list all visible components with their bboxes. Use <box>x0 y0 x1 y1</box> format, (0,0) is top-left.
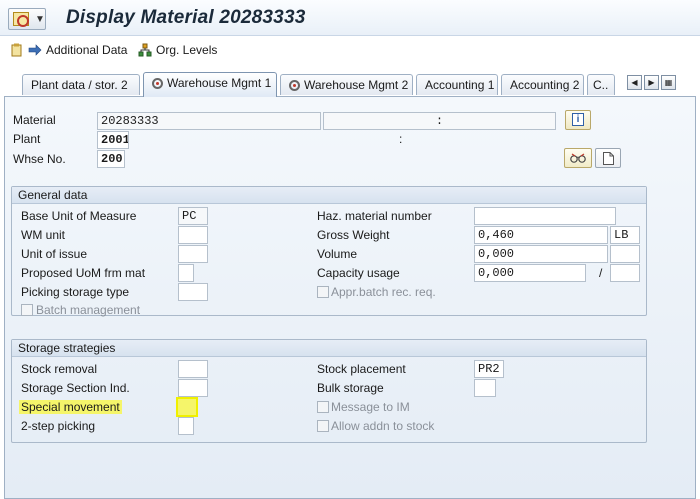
whse-no-field[interactable]: 200 <box>97 150 125 168</box>
stock-placement-label: Stock placement <box>317 362 406 376</box>
two-step-picking-field[interactable] <box>178 417 194 435</box>
appr-batch-rec-label: Appr.batch rec. req. <box>331 285 436 299</box>
system-menu-button[interactable]: ▼ <box>8 8 46 30</box>
tab-scroll-right-button[interactable]: ▶ <box>644 75 659 90</box>
bulk-storage-field[interactable] <box>474 379 496 397</box>
appr-batch-rec-checkbox[interactable] <box>317 286 329 298</box>
capacity-usage-separator: / <box>599 266 603 280</box>
gross-weight-unit-field[interactable]: LB <box>610 226 640 244</box>
hierarchy-icon <box>138 43 152 57</box>
plant-separator: : <box>399 132 403 146</box>
glasses-icon <box>569 152 587 167</box>
unit-of-issue-label: Unit of issue <box>21 247 88 261</box>
display-change-button[interactable] <box>564 148 592 168</box>
application-toolbar: Additional Data Org. Levels <box>0 37 700 63</box>
allow-addn-to-stock-label: Allow addn to stock <box>331 419 435 433</box>
triangle-right-icon: ▶ <box>648 78 655 87</box>
stock-removal-field[interactable] <box>178 360 208 378</box>
picking-storage-type-label: Picking storage type <box>21 285 130 299</box>
capacity-usage-field[interactable]: 0,000 <box>474 264 586 282</box>
material-label: Material <box>13 113 56 127</box>
wm-unit-label: WM unit <box>21 228 66 242</box>
volume-field[interactable]: 0,000 <box>474 245 608 263</box>
gross-weight-label: Gross Weight <box>317 228 390 242</box>
general-data-group: General data Base Unit of Measure PC WM … <box>11 186 647 317</box>
clipboard-icon <box>10 43 24 57</box>
base-uom-label: Base Unit of Measure <box>21 209 137 223</box>
storage-section-ind-field[interactable] <box>178 379 208 397</box>
bulk-storage-label: Bulk storage <box>317 381 384 395</box>
storage-strategies-title: Storage strategies <box>12 340 646 357</box>
tab-warehouse-mgmt-1[interactable]: Warehouse Mgmt 1 <box>143 72 277 97</box>
haz-material-number-field[interactable] <box>474 207 616 225</box>
volume-unit-field[interactable] <box>610 245 640 263</box>
tab-label: Plant data / stor. 2 <box>31 78 128 92</box>
new-document-button[interactable] <box>595 148 621 168</box>
batch-management-checkbox[interactable] <box>21 304 33 316</box>
tab-warehouse-mgmt-2[interactable]: Warehouse Mgmt 2 <box>280 74 413 95</box>
unit-of-issue-field[interactable] <box>178 245 208 263</box>
tab-plant-data-stor-2[interactable]: Plant data / stor. 2 <box>22 74 140 95</box>
triangle-left-icon: ◀ <box>631 78 638 87</box>
record-icon <box>289 80 300 91</box>
list-icon: ▦ <box>664 78 673 87</box>
chevron-down-icon: ▼ <box>35 14 45 25</box>
haz-material-number-label: Haz. material number <box>317 209 432 223</box>
message-to-im-label: Message to IM <box>331 400 410 414</box>
arrow-right-icon <box>28 43 42 57</box>
tab-label: Accounting 2 <box>510 78 580 92</box>
tab-strip: Plant data / stor. 2 Warehouse Mgmt 1 Wa… <box>0 72 700 97</box>
record-icon <box>152 78 163 89</box>
tab-content-panel: Material 20283333 : i Plant 2001 : Whse … <box>4 96 696 499</box>
tab-scroll-left-button[interactable]: ◀ <box>627 75 642 90</box>
gross-weight-field[interactable]: 0,460 <box>474 226 608 244</box>
picking-storage-type-field[interactable] <box>178 283 208 301</box>
special-movement-field[interactable] <box>176 397 198 417</box>
tab-accounting-2[interactable]: Accounting 2 <box>501 74 584 95</box>
message-to-im-checkbox[interactable] <box>317 401 329 413</box>
wm-unit-field[interactable] <box>178 226 208 244</box>
document-icon <box>603 152 614 168</box>
additional-data-button[interactable]: Additional Data <box>10 41 127 59</box>
tab-c[interactable]: C.. <box>587 74 615 95</box>
org-levels-button[interactable]: Org. Levels <box>138 41 217 59</box>
info-icon: i <box>572 113 584 126</box>
capacity-usage-label: Capacity usage <box>317 266 400 280</box>
plant-label: Plant <box>13 132 41 146</box>
additional-data-label: Additional Data <box>46 43 128 57</box>
tab-label: Warehouse Mgmt 1 <box>167 76 272 90</box>
stock-placement-field[interactable]: PR2 <box>474 360 504 378</box>
page-title: Display Material 20283333 <box>66 7 306 28</box>
whse-no-label: Whse No. <box>13 152 66 166</box>
base-uom-field[interactable]: PC <box>178 207 208 225</box>
proposed-uom-label: Proposed UoM frm mat <box>21 266 146 280</box>
tab-label: Accounting 1 <box>425 78 495 92</box>
general-data-title: General data <box>12 187 646 204</box>
capacity-usage-unit-field[interactable] <box>610 264 640 282</box>
batch-management-label: Batch management <box>36 303 141 317</box>
transaction-icon <box>13 12 29 27</box>
plant-field[interactable]: 2001 <box>97 131 129 149</box>
title-bar: ▼ Display Material 20283333 <box>0 0 700 36</box>
info-button[interactable]: i <box>565 110 591 130</box>
proposed-uom-field[interactable] <box>178 264 194 282</box>
storage-strategies-group: Storage strategies Stock removal Storage… <box>11 339 647 443</box>
allow-addn-to-stock-checkbox[interactable] <box>317 420 329 432</box>
tab-label: C.. <box>593 78 609 92</box>
tab-accounting-1[interactable]: Accounting 1 <box>416 74 498 95</box>
storage-section-ind-label: Storage Section Ind. <box>21 381 130 395</box>
stock-removal-label: Stock removal <box>21 362 98 376</box>
special-movement-label: Special movement <box>19 400 122 414</box>
material-description-field[interactable]: : <box>323 112 556 130</box>
volume-label: Volume <box>317 247 358 261</box>
material-field[interactable]: 20283333 <box>97 112 321 130</box>
two-step-picking-label: 2-step picking <box>21 419 96 433</box>
org-levels-label: Org. Levels <box>156 43 218 57</box>
tab-label: Warehouse Mgmt 2 <box>304 78 409 92</box>
tab-list-button[interactable]: ▦ <box>661 75 676 90</box>
